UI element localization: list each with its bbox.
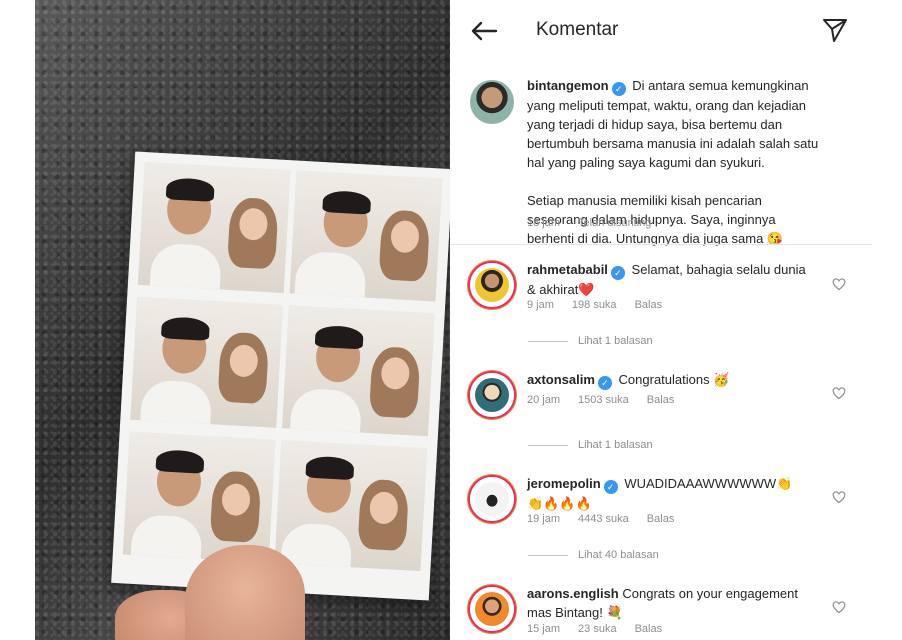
comment-meta: 9 jam 198 suka Balas: [527, 299, 680, 311]
reply-button[interactable]: Balas: [647, 394, 675, 406]
like-count[interactable]: 23 suka: [578, 623, 617, 635]
timestamp: 19 jam: [527, 513, 561, 525]
view-replies-link[interactable]: Lihat 1 balasan: [528, 335, 653, 347]
send-icon[interactable]: [822, 17, 848, 43]
avatar[interactable]: [470, 477, 514, 521]
like-count[interactable]: 4443 suka: [578, 513, 629, 525]
avatar[interactable]: [470, 263, 514, 307]
reply-button[interactable]: Balas: [635, 299, 663, 311]
page-title: Komentar: [536, 19, 619, 40]
like-count[interactable]: 1503 suka: [578, 394, 629, 406]
comment-text: axtonsalim ✓ Congratulations 🥳: [527, 372, 730, 390]
username[interactable]: rahmetababil: [527, 262, 608, 277]
comment-text: jeromepolin ✓ WUADIDAAAWWWWWW👏 👏🔥🔥🔥: [527, 476, 793, 511]
verified-badge-icon: ✓: [597, 376, 612, 390]
edited-label: Telah disunting: [578, 217, 652, 229]
verified-badge-icon: ✓: [611, 82, 626, 96]
username[interactable]: jeromepolin: [527, 476, 601, 491]
divider: [450, 244, 872, 245]
avatar[interactable]: [470, 373, 514, 417]
back-arrow-icon[interactable]: [470, 20, 498, 42]
photo-frame: [274, 440, 428, 572]
username[interactable]: aarons.english: [527, 586, 619, 601]
verified-badge-icon: ✓: [610, 266, 625, 280]
caption-meta: 18 jam Telah disunting: [527, 217, 669, 229]
photo-frame: [289, 170, 443, 302]
top-bar: Komentar: [450, 0, 872, 60]
hand-thumb: [185, 545, 305, 640]
photo-frame: [282, 305, 435, 437]
heart-icon[interactable]: [832, 277, 846, 291]
comment-text: rahmetababil ✓ Selamat, bahagia selalu du…: [527, 262, 806, 297]
timestamp: 18 jam: [527, 217, 561, 229]
avatar[interactable]: [470, 80, 514, 124]
timestamp: 20 jam: [527, 394, 561, 406]
post-photo: [35, 0, 450, 640]
photo-frame: [130, 296, 283, 428]
avatar[interactable]: [470, 587, 514, 631]
comment-meta: 15 jam 23 suka Balas: [527, 623, 680, 635]
username[interactable]: axtonsalim: [527, 372, 595, 387]
comment-meta: 20 jam 1503 suka Balas: [527, 394, 692, 406]
like-count[interactable]: 198 suka: [572, 299, 617, 311]
username[interactable]: bintangemon: [527, 78, 609, 93]
heart-icon[interactable]: [832, 490, 846, 504]
comments-panel: Komentar bintangemon ✓ Di antara semua ke…: [450, 0, 872, 640]
verified-badge-icon: ✓: [603, 480, 618, 494]
photo-frame: [137, 162, 291, 293]
view-replies-link[interactable]: Lihat 40 balasan: [528, 549, 659, 561]
comment-meta: 19 jam 4443 suka Balas: [527, 513, 692, 525]
timestamp: 9 jam: [527, 299, 554, 311]
photobooth-strip: [111, 151, 450, 601]
comment-text: aarons.english Congrats on your engageme…: [527, 586, 798, 620]
reply-button[interactable]: Balas: [635, 623, 663, 635]
photo-frame: [122, 431, 276, 563]
view-replies-link[interactable]: Lihat 1 balasan: [528, 439, 653, 451]
reply-button[interactable]: Balas: [647, 513, 675, 525]
heart-icon[interactable]: [832, 600, 846, 614]
timestamp: 15 jam: [527, 623, 561, 635]
heart-icon[interactable]: [832, 386, 846, 400]
